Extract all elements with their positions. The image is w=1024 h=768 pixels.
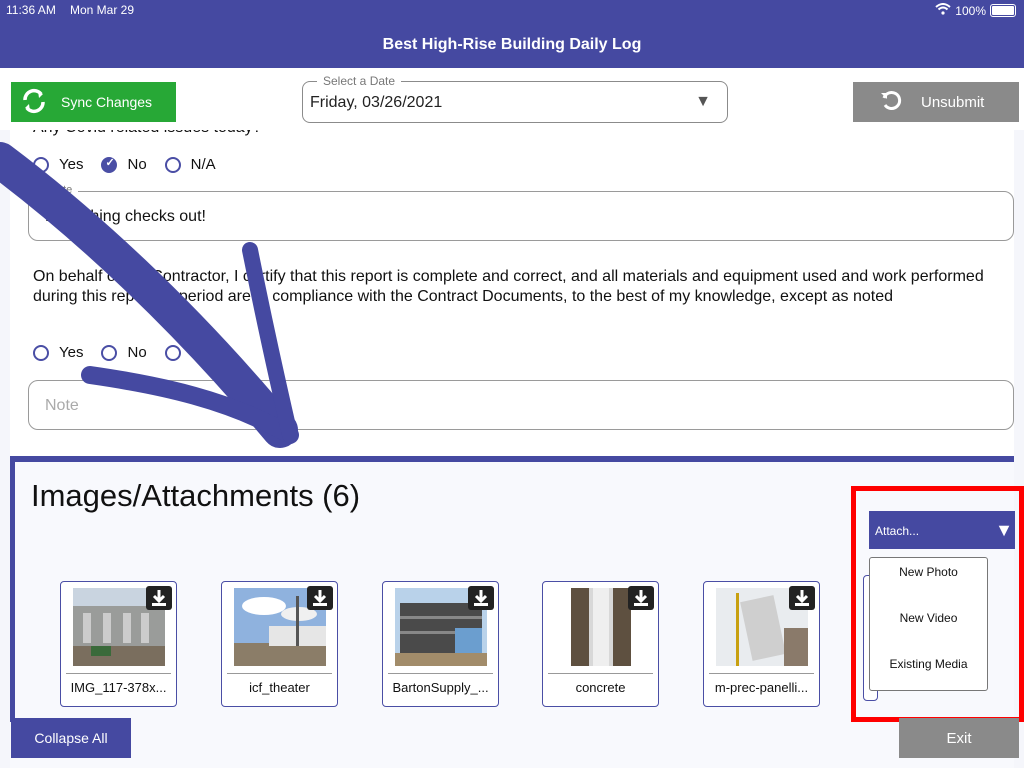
- note-field-certification[interactable]: Note: [28, 380, 1014, 430]
- radio-covid-no[interactable]: No: [101, 156, 147, 173]
- page-title: Best High-Rise Building Daily Log: [382, 36, 642, 53]
- attachment-thumbnail[interactable]: icf_theater: [221, 581, 338, 707]
- radio-dot-checked: [101, 156, 118, 173]
- radio-dot: [164, 156, 181, 173]
- battery-icon: [990, 4, 1016, 17]
- unsubmit-button[interactable]: Unsubmit: [853, 82, 1019, 122]
- attachment-thumbnail[interactable]: m-prec-panelli...: [703, 581, 820, 707]
- thumbnail-caption: BartonSupply_...: [392, 680, 489, 695]
- highlight-box: [851, 486, 1024, 722]
- thumbnail-caption: m-prec-panelli...: [714, 680, 809, 695]
- radio-label: No: [127, 344, 147, 361]
- date-selector-legend: Select a Date: [317, 74, 402, 88]
- battery-percent: 100%: [955, 3, 986, 18]
- note-placeholder: Note: [45, 397, 79, 414]
- toolbar: Sync Changes Select a Date Friday, 03/26…: [0, 68, 1024, 130]
- thumbnail-divider: [388, 673, 493, 674]
- question-certification: On behalf of the Contractor, I certify t…: [33, 268, 984, 305]
- selected-date: Friday, 03/26/2021: [310, 94, 443, 111]
- note-value: Everything checks out!: [45, 208, 206, 225]
- radio-group-covid: Yes No N/A: [33, 156, 234, 173]
- attachments-title: Images/Attachments (6): [31, 478, 361, 513]
- attachment-thumbnail[interactable]: BartonSupply_...: [382, 581, 499, 707]
- panel-accent-bar: [10, 462, 15, 722]
- sync-changes-label: Sync Changes: [61, 94, 153, 110]
- status-right: 100%: [935, 3, 1016, 18]
- undo-icon: [879, 88, 903, 116]
- download-icon[interactable]: [146, 586, 172, 610]
- chevron-down-icon: ▼: [695, 93, 711, 110]
- download-icon[interactable]: [468, 586, 494, 610]
- unsubmit-label: Unsubmit: [921, 93, 985, 111]
- note-field-covid[interactable]: Note Everything checks out!: [28, 184, 1014, 241]
- thumbnail-divider: [548, 673, 653, 674]
- thumbnail-caption: IMG_117-378x...: [70, 680, 167, 695]
- sync-icon: [21, 88, 47, 117]
- download-icon[interactable]: [307, 586, 333, 610]
- title-bar: Best High-Rise Building Daily Log: [0, 22, 1024, 68]
- radio-dot: [33, 156, 49, 173]
- thumbnail-caption: icf_theater: [249, 680, 310, 695]
- download-icon[interactable]: [789, 586, 815, 610]
- radio-label: No: [127, 156, 147, 173]
- radio-cert-yes[interactable]: Yes: [33, 344, 83, 361]
- radio-label: N/A: [190, 156, 216, 173]
- daily-log-form: Any Covid related issues today? Yes No N…: [10, 130, 1014, 456]
- note-legend: Note: [43, 184, 79, 196]
- radio-dot: [164, 344, 181, 361]
- sync-changes-button[interactable]: Sync Changes: [11, 82, 176, 122]
- thumbnail-divider: [227, 673, 332, 674]
- radio-label: Yes: [59, 344, 84, 361]
- attachment-thumbnail[interactable]: concrete: [542, 581, 659, 707]
- radio-dot: [101, 344, 118, 361]
- download-icon[interactable]: [628, 586, 654, 610]
- thumbnail-caption: concrete: [575, 680, 626, 695]
- status-date: Mon Mar 29: [70, 3, 135, 17]
- date-selector[interactable]: Select a Date Friday, 03/26/2021 ▼: [302, 74, 728, 123]
- radio-cert-no[interactable]: No: [101, 344, 147, 361]
- exit-button[interactable]: Exit: [899, 718, 1019, 758]
- thumbnail-divider: [709, 673, 814, 674]
- attachment-thumbnail[interactable]: IMG_117-378x...: [60, 581, 177, 707]
- collapse-all-button[interactable]: Collapse All: [11, 718, 131, 758]
- wifi-icon: [935, 3, 951, 18]
- status-bar: 11:36 AM Mon Mar 29 100%: [0, 0, 1024, 22]
- radio-covid-na[interactable]: N/A: [164, 156, 216, 173]
- status-time: 11:36 AM: [6, 3, 56, 17]
- thumbnail-divider: [66, 673, 171, 674]
- radio-cert-na[interactable]: N/A: [164, 344, 216, 361]
- radio-dot: [33, 344, 49, 361]
- radio-label: Yes: [59, 156, 84, 173]
- question-covid: Any Covid related issues today?: [33, 130, 262, 138]
- radio-covid-yes[interactable]: Yes: [33, 156, 83, 173]
- radio-group-certification: Yes No N/A: [33, 344, 234, 361]
- radio-label: N/A: [190, 344, 216, 361]
